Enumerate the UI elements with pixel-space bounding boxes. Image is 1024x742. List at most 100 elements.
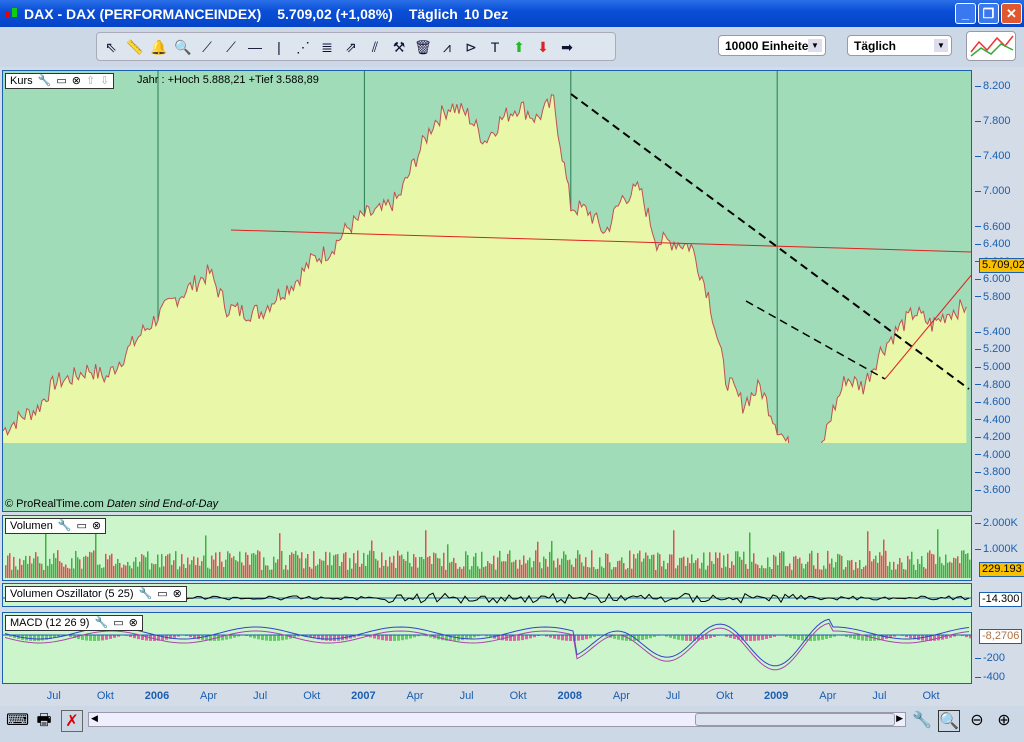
volume-bar [899, 558, 901, 578]
volume-bar [763, 568, 765, 578]
move-up-icon[interactable]: ⇧ [86, 74, 95, 88]
volume-bar [661, 566, 663, 578]
macd-histogram-bar [525, 635, 528, 640]
horizontal-line-tool-icon[interactable]: — [245, 37, 265, 57]
vertical-line-tool-icon[interactable]: | [269, 37, 289, 57]
volume-bar [403, 559, 405, 578]
volume-bar [77, 557, 79, 578]
pattern-tool-icon[interactable]: ⩘ [437, 37, 457, 57]
macd-histogram-bar [925, 635, 928, 641]
volume-bar [443, 552, 445, 578]
close-pane-icon[interactable]: ⊗ [92, 519, 101, 533]
restore-button[interactable]: ❐ [978, 3, 999, 24]
fan-tool-icon[interactable]: ⋰ [293, 37, 313, 57]
zoom-in-icon[interactable]: ⊕ [993, 710, 1015, 732]
settings-wrench-icon[interactable]: 🔧 [58, 519, 72, 533]
macd-line [4, 618, 970, 667]
volume-bar [921, 556, 923, 578]
maximize-icon[interactable]: ▭ [113, 616, 123, 630]
macd-histogram-bar [645, 635, 648, 640]
close-pane-icon[interactable]: ⊗ [72, 74, 81, 88]
volume-bar [163, 566, 165, 578]
price-y-tick: 7.400 [975, 150, 1011, 162]
macd-histogram-bar [753, 635, 756, 641]
zoom-out-icon[interactable]: ⊖ [966, 710, 988, 732]
volume-bar [619, 560, 621, 578]
buy-arrow-tool-icon[interactable]: ⬆ [509, 37, 529, 57]
settings-wrench-icon[interactable]: 🔧 [94, 616, 108, 630]
x-axis-label: 2008 [557, 690, 583, 702]
print-icon[interactable]: 🖶 [33, 710, 55, 732]
macd-pane[interactable]: MACD (12 26 9) 🔧 ▭ ⊗ [2, 612, 972, 684]
scrollbar-thumb[interactable] [695, 713, 895, 726]
volume-bar [913, 564, 915, 578]
move-down-icon[interactable]: ⇩ [100, 74, 109, 88]
volume-bar [107, 559, 109, 578]
volume-bar [225, 559, 227, 578]
price-y-tick: 5.400 [975, 326, 1011, 338]
minimize-button[interactable]: _ [955, 3, 976, 24]
sell-arrow-tool-icon[interactable]: ⬇ [533, 37, 553, 57]
volume-pane[interactable]: Volumen 🔧 ▭ ⊗ [2, 515, 972, 581]
macd-histogram-bar [145, 635, 148, 641]
line-tool-icon[interactable]: ⟋ [197, 37, 217, 57]
maximize-icon[interactable]: ▭ [157, 587, 167, 601]
volume-bar [227, 551, 229, 578]
horizontal-scrollbar[interactable]: ◀ ▶ [88, 712, 906, 727]
volume-bar [235, 560, 237, 578]
volume-bar [99, 564, 101, 578]
trendline-tool-icon[interactable]: ⟋ [221, 37, 241, 57]
macd-histogram-bar [557, 635, 560, 640]
volume-bar [643, 558, 645, 578]
volume-bar [279, 533, 281, 578]
volume-bar [149, 569, 151, 578]
settings-wrench-icon[interactable]: 🔧 [139, 587, 153, 601]
triangle-tool-icon[interactable]: ⊳ [461, 37, 481, 57]
chart-settings-icon[interactable]: 🔧 [911, 710, 933, 732]
volume-bar [735, 551, 737, 578]
x-axis-label: Apr [406, 690, 424, 702]
price-info: Jahr : +Hoch 5.888,21 +Tief 3.588,89 [137, 74, 319, 86]
maximize-icon[interactable]: ▭ [77, 519, 87, 533]
period-select[interactable]: Täglich ▼ [847, 35, 952, 56]
volume-bar [711, 561, 713, 578]
delete-tool-icon[interactable]: 🗑 [413, 37, 433, 57]
parallel-tool-icon[interactable]: ⫽ [365, 37, 385, 57]
macd-histogram-bar [373, 635, 376, 639]
text-tool-icon[interactable]: T [485, 37, 505, 57]
macd-tick: -400 [975, 671, 1005, 683]
volume-bar [137, 566, 139, 578]
units-select[interactable]: 10000 Einheiten ▼ [718, 35, 826, 56]
volume-bar [777, 565, 779, 578]
volume-bar [633, 554, 635, 578]
right-arrow-tool-icon[interactable]: ➡ [557, 37, 577, 57]
settings-wrench-icon[interactable]: 🔧 [38, 74, 52, 88]
scroll-right-icon[interactable]: ▶ [896, 713, 903, 724]
volume-pane-header: Volumen 🔧 ▭ ⊗ [5, 518, 107, 534]
volume-bar [419, 556, 421, 578]
close-pane-icon[interactable]: ⊗ [129, 616, 138, 630]
scroll-left-icon[interactable]: ◀ [91, 713, 98, 724]
properties-tool-icon[interactable]: ⚒ [389, 37, 409, 57]
price-pane[interactable]: Kurs 🔧 ▭ ⊗ ⇧ ⇩ Jahr : +Hoch 5.888,21 +Ti… [2, 70, 972, 512]
fibonacci-tool-icon[interactable]: ≣ [317, 37, 337, 57]
keyboard-icon[interactable]: ⌨ [6, 710, 29, 732]
ruler-tool-icon[interactable]: 📏 [125, 37, 145, 57]
oscillator-pane[interactable]: Volumen Oszillator (5 25) 🔧 ▭ ⊗ [2, 583, 972, 607]
volume-bar [425, 530, 427, 578]
pointer-tool-icon[interactable]: ⇖ [101, 37, 121, 57]
auto-zoom-icon[interactable]: 🔍 [938, 710, 960, 732]
maximize-icon[interactable]: ▭ [56, 74, 66, 88]
disconnect-icon[interactable]: ✗ [61, 710, 83, 732]
macd-histogram-bar [745, 635, 748, 641]
volume-bar [637, 553, 639, 578]
volume-bar [697, 558, 699, 578]
close-button[interactable]: ✕ [1001, 3, 1022, 24]
alert-tool-icon[interactable]: 🔔 [149, 37, 169, 57]
close-pane-icon[interactable]: ⊗ [173, 587, 182, 601]
volume-bar [853, 569, 855, 578]
volume-bar [381, 552, 383, 578]
indicators-button[interactable] [966, 31, 1016, 61]
channel-tool-icon[interactable]: ⇗ [341, 37, 361, 57]
zoom-tool-icon[interactable]: 🔍 [173, 37, 193, 57]
